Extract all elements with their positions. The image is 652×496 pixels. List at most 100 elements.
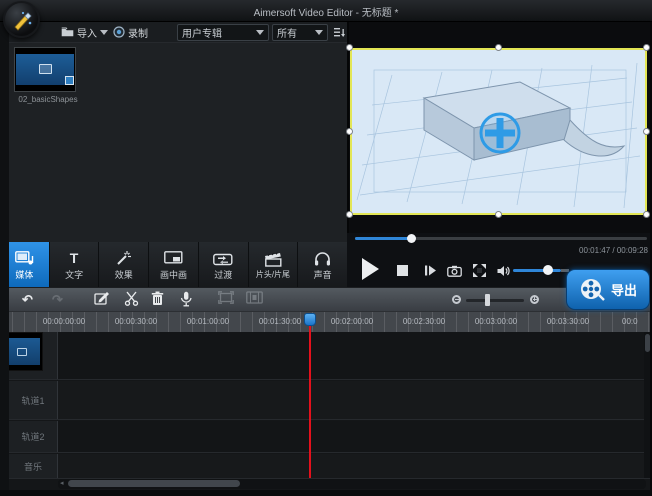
seek-progress bbox=[355, 237, 411, 240]
seek-handle[interactable] bbox=[407, 234, 416, 243]
app-logo-icon[interactable] bbox=[3, 1, 40, 38]
resize-handle-top-left[interactable] bbox=[346, 44, 353, 51]
tab-text[interactable]: T 文字 bbox=[50, 242, 99, 287]
ruler-label: 00:00:30:00 bbox=[106, 317, 166, 326]
album-dropdown-value: 用户专辑 bbox=[182, 25, 222, 40]
step-forward-button[interactable] bbox=[424, 264, 437, 282]
import-label: 导入 bbox=[77, 25, 97, 40]
tab-effects-label: 效果 bbox=[115, 268, 133, 281]
sort-button[interactable] bbox=[334, 24, 345, 40]
resize-handle-bottom-right[interactable] bbox=[643, 211, 650, 218]
track-label: 轨道2 bbox=[9, 421, 58, 452]
tab-transition[interactable]: 过渡 bbox=[199, 242, 248, 287]
resize-handle-bottom[interactable] bbox=[495, 211, 502, 218]
volume-icon[interactable] bbox=[497, 264, 510, 282]
volume-slider-handle[interactable] bbox=[543, 265, 553, 275]
ruler-label: 00:00:00:00 bbox=[34, 317, 94, 326]
voiceover-button[interactable] bbox=[180, 291, 192, 311]
ruler-label: 00:01:30:00 bbox=[250, 317, 310, 326]
resize-handle-top-right[interactable] bbox=[643, 44, 650, 51]
media-item-thumbnail[interactable] bbox=[14, 47, 76, 92]
tab-sound-label: 声音 bbox=[314, 268, 332, 281]
crop-button[interactable] bbox=[218, 291, 234, 308]
resize-handle-right[interactable] bbox=[643, 128, 650, 135]
resize-handle-left[interactable] bbox=[346, 128, 353, 135]
ruler-label: 00:01:00:00 bbox=[178, 317, 238, 326]
cut-button[interactable] bbox=[124, 291, 139, 310]
timeline-zoom-slider[interactable] bbox=[466, 299, 524, 302]
ruler-label: 00:02:00:00 bbox=[322, 317, 382, 326]
zoom-out-button[interactable] bbox=[452, 295, 461, 304]
track-label: 音乐 bbox=[9, 454, 58, 478]
import-button[interactable]: 导入 bbox=[61, 24, 108, 40]
timeline-zoom-thumb[interactable] bbox=[485, 294, 490, 306]
album-dropdown[interactable]: 用户专辑 bbox=[177, 24, 269, 41]
volume-slider-track[interactable] bbox=[513, 269, 561, 272]
record-label: 录制 bbox=[128, 25, 148, 40]
record-button[interactable]: 录制 bbox=[113, 24, 148, 40]
delete-button[interactable] bbox=[151, 291, 164, 310]
picture-icon bbox=[17, 348, 27, 356]
ruler-label: 00:0 bbox=[622, 317, 652, 326]
edit-button[interactable] bbox=[94, 291, 110, 310]
media-toolbar: 导入 录制 用户专辑 所有 bbox=[9, 22, 347, 43]
tab-effects[interactable]: 效果 bbox=[99, 242, 148, 287]
film-reel-icon bbox=[579, 277, 605, 303]
export-label: 导出 bbox=[611, 280, 637, 299]
redo-button[interactable]: ↷ bbox=[52, 291, 63, 308]
transition-icon bbox=[213, 249, 233, 266]
export-button[interactable]: 导出 bbox=[566, 269, 650, 310]
tab-media-label: 媒体 bbox=[15, 268, 33, 281]
magic-wand-icon bbox=[115, 249, 132, 266]
horizontal-scrollbar[interactable]: ◂ bbox=[58, 479, 646, 489]
seek-bar[interactable] bbox=[355, 237, 647, 240]
play-button[interactable] bbox=[362, 258, 379, 280]
tab-transition-label: 过渡 bbox=[214, 268, 232, 281]
stop-button[interactable] bbox=[397, 265, 408, 276]
tab-pip[interactable]: 画中画 bbox=[149, 242, 198, 287]
headphones-icon bbox=[314, 249, 331, 266]
media-icon bbox=[15, 249, 34, 266]
video-badge-icon bbox=[65, 76, 74, 85]
element-tabbar: 媒体 T 文字 效果 画中画 过渡 片头/片 bbox=[0, 242, 347, 287]
track-video-main[interactable]: 影片 bbox=[0, 332, 652, 380]
scroll-left-arrow-icon[interactable]: ◂ bbox=[60, 481, 64, 487]
picture-in-picture-icon bbox=[164, 249, 183, 266]
folder-icon bbox=[61, 27, 74, 37]
ruler-label: 00:02:30:00 bbox=[394, 317, 454, 326]
snapshot-button[interactable] bbox=[447, 264, 462, 282]
sort-icon bbox=[334, 27, 345, 38]
tab-intro-credit[interactable]: 片头/片尾 bbox=[249, 242, 298, 287]
title-bar: Aimersoft Video Editor - 无标题 * bbox=[0, 0, 652, 22]
window-left-edge bbox=[0, 22, 9, 490]
fullscreen-button[interactable] bbox=[473, 264, 486, 282]
timeline-toolbar: ↶ ↷ bbox=[0, 287, 652, 311]
zoom-in-button[interactable] bbox=[530, 295, 539, 304]
horizontal-scrollbar-thumb[interactable] bbox=[68, 480, 240, 487]
ruler-label: 00:03:30:00 bbox=[538, 317, 598, 326]
preview-canvas[interactable] bbox=[350, 48, 647, 215]
playhead-line bbox=[309, 315, 311, 478]
filter-dropdown[interactable]: 所有 bbox=[272, 24, 328, 41]
window-title: Aimersoft Video Editor - 无标题 * bbox=[0, 4, 652, 19]
media-grid: 02_basicShapes bbox=[9, 44, 347, 242]
preview-sketch bbox=[352, 50, 645, 213]
track-music[interactable]: 音乐 bbox=[0, 454, 652, 479]
playhead-marker[interactable] bbox=[304, 313, 316, 326]
time-display: 00:01:47 / 00:09:28 bbox=[440, 246, 648, 255]
resize-handle-bottom-left[interactable] bbox=[346, 211, 353, 218]
media-item-name: 02_basicShapes bbox=[13, 95, 83, 104]
magic-wand-icon bbox=[11, 9, 35, 33]
import-caret-icon bbox=[100, 30, 108, 35]
track-label: 轨道1 bbox=[9, 381, 58, 419]
tab-sound[interactable]: 声音 bbox=[298, 242, 347, 287]
track-2[interactable]: 轨道2 bbox=[0, 421, 652, 453]
clapperboard-icon bbox=[264, 250, 282, 267]
undo-button[interactable]: ↶ bbox=[22, 291, 33, 308]
tab-intro-credit-label: 片头/片尾 bbox=[256, 269, 290, 280]
resize-handle-top[interactable] bbox=[495, 44, 502, 51]
tab-text-label: 文字 bbox=[65, 268, 83, 281]
track-1[interactable]: 轨道1 bbox=[0, 381, 652, 420]
timeline-ruler[interactable]: 00:00:00:00 00:00:30:00 00:01:00:00 00:0… bbox=[0, 311, 652, 332]
split-scene-button[interactable] bbox=[246, 291, 263, 308]
